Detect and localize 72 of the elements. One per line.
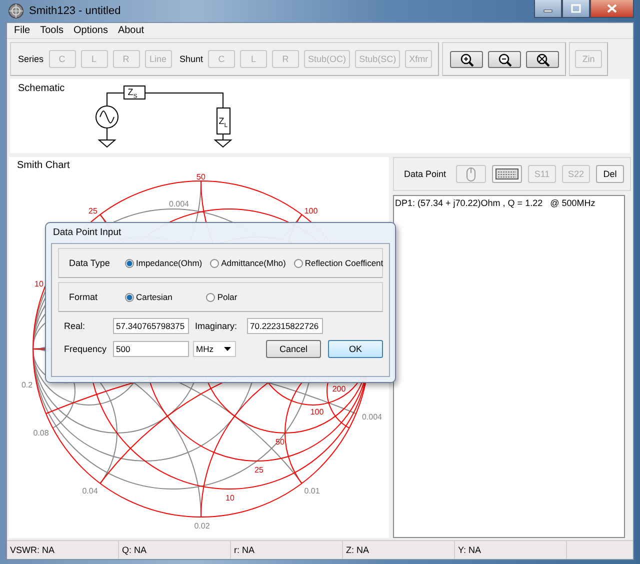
- chart-label: 100: [304, 206, 318, 216]
- zoom-in-icon: [459, 52, 474, 66]
- close-icon: [607, 4, 617, 13]
- load-impedance-label: Z$_{L}$: [218, 116, 228, 131]
- radio-button[interactable]: [210, 258, 220, 268]
- data-point-button[interactable]: Del: [596, 165, 624, 183]
- chart-label: 0.004: [168, 200, 190, 208]
- radio-button[interactable]: [294, 258, 303, 268]
- chart-label: 0.04: [82, 486, 98, 496]
- chart-label: 50: [196, 172, 206, 182]
- chart-label: 50: [276, 438, 284, 446]
- series-label: Series: [18, 54, 44, 64]
- dialog-button[interactable]: Cancel: [266, 340, 321, 358]
- radio-option[interactable]: Impedance(Ohm): [125, 258, 202, 268]
- group-label: Format: [69, 292, 99, 302]
- menu-item[interactable]: About: [112, 25, 150, 36]
- chart-label: 10: [34, 280, 44, 288]
- imaginary-label: Imaginary:: [195, 320, 238, 330]
- menu-item[interactable]: File: [9, 25, 36, 36]
- chart-label: 25: [254, 466, 264, 474]
- panel-title: Smith Chart: [16, 159, 71, 171]
- zoom-fit-button[interactable]: [526, 50, 560, 68]
- maximize-icon: [571, 4, 581, 13]
- frequency-field[interactable]: 500: [113, 340, 189, 356]
- chart-label: 200: [332, 384, 346, 394]
- chart-label: 10: [226, 494, 234, 502]
- data-point-label: Data Point: [404, 169, 446, 179]
- dialog-button[interactable]: OK: [328, 340, 383, 358]
- source-impedance-label: Z$_{S}$: [128, 87, 138, 102]
- chart-label: 0.08: [33, 428, 49, 438]
- zoom-out-button[interactable]: [488, 50, 522, 68]
- panel-title: Schematic: [18, 82, 65, 96]
- radio-option[interactable]: Admittance(Mho): [210, 258, 286, 268]
- keyboard-button[interactable]: [492, 165, 522, 183]
- menu-item[interactable]: Options: [68, 25, 113, 36]
- unit-dropdown[interactable]: MHz: [193, 340, 236, 356]
- radio-button[interactable]: [125, 292, 134, 302]
- status-field: r: NA: [231, 541, 343, 559]
- close-button[interactable]: [590, 0, 634, 18]
- radio-option[interactable]: Reflection Coefficent: [294, 258, 384, 268]
- dialog-title: Data Point Input: [52, 226, 122, 240]
- chart-label: 100: [310, 408, 324, 416]
- zoom-in-button[interactable]: [450, 50, 484, 68]
- radio-button[interactable]: [125, 258, 134, 268]
- zoom-out-icon: [497, 52, 512, 66]
- group-label: Data Type: [69, 258, 111, 268]
- window-title: Smith123 - untitled: [29, 5, 121, 17]
- app-logo-icon: [8, 3, 24, 19]
- frequency-label: Frequency: [64, 344, 108, 354]
- chart-label: 0.02: [194, 522, 210, 530]
- radio-button[interactable]: [206, 292, 216, 302]
- maximize-button[interactable]: [562, 0, 590, 18]
- mouse-icon: [466, 168, 476, 182]
- radio-option[interactable]: Polar: [206, 292, 238, 302]
- dropdown-arrow-icon: [224, 346, 231, 350]
- status-field: VSWR: NA: [7, 541, 119, 559]
- status-field: Z: NA: [343, 541, 455, 559]
- radio-option[interactable]: Cartesian: [125, 292, 172, 302]
- magnifier-cross-icon: [535, 52, 550, 66]
- chart-label: 0.2: [21, 380, 33, 390]
- chart-label: 0.004: [362, 412, 382, 422]
- real-field[interactable]: 57.340765798375: [113, 318, 189, 334]
- real-label: Real:: [64, 320, 86, 330]
- data-point-entry[interactable]: DP1: (57.34 + j70.22)Ohm , Q = 1.22 @ 500MHz: [395, 198, 623, 208]
- minimize-button[interactable]: [534, 0, 562, 18]
- imaginary-field[interactable]: 70.222315822726: [247, 318, 323, 334]
- status-field: Q: NA: [119, 541, 231, 559]
- menu-item[interactable]: Tools: [35, 25, 68, 36]
- shunt-label: Shunt: [180, 54, 204, 64]
- status-field: Y: NA: [455, 541, 567, 559]
- chart-label: 25: [88, 206, 98, 216]
- chart-label: 0.01: [304, 486, 320, 496]
